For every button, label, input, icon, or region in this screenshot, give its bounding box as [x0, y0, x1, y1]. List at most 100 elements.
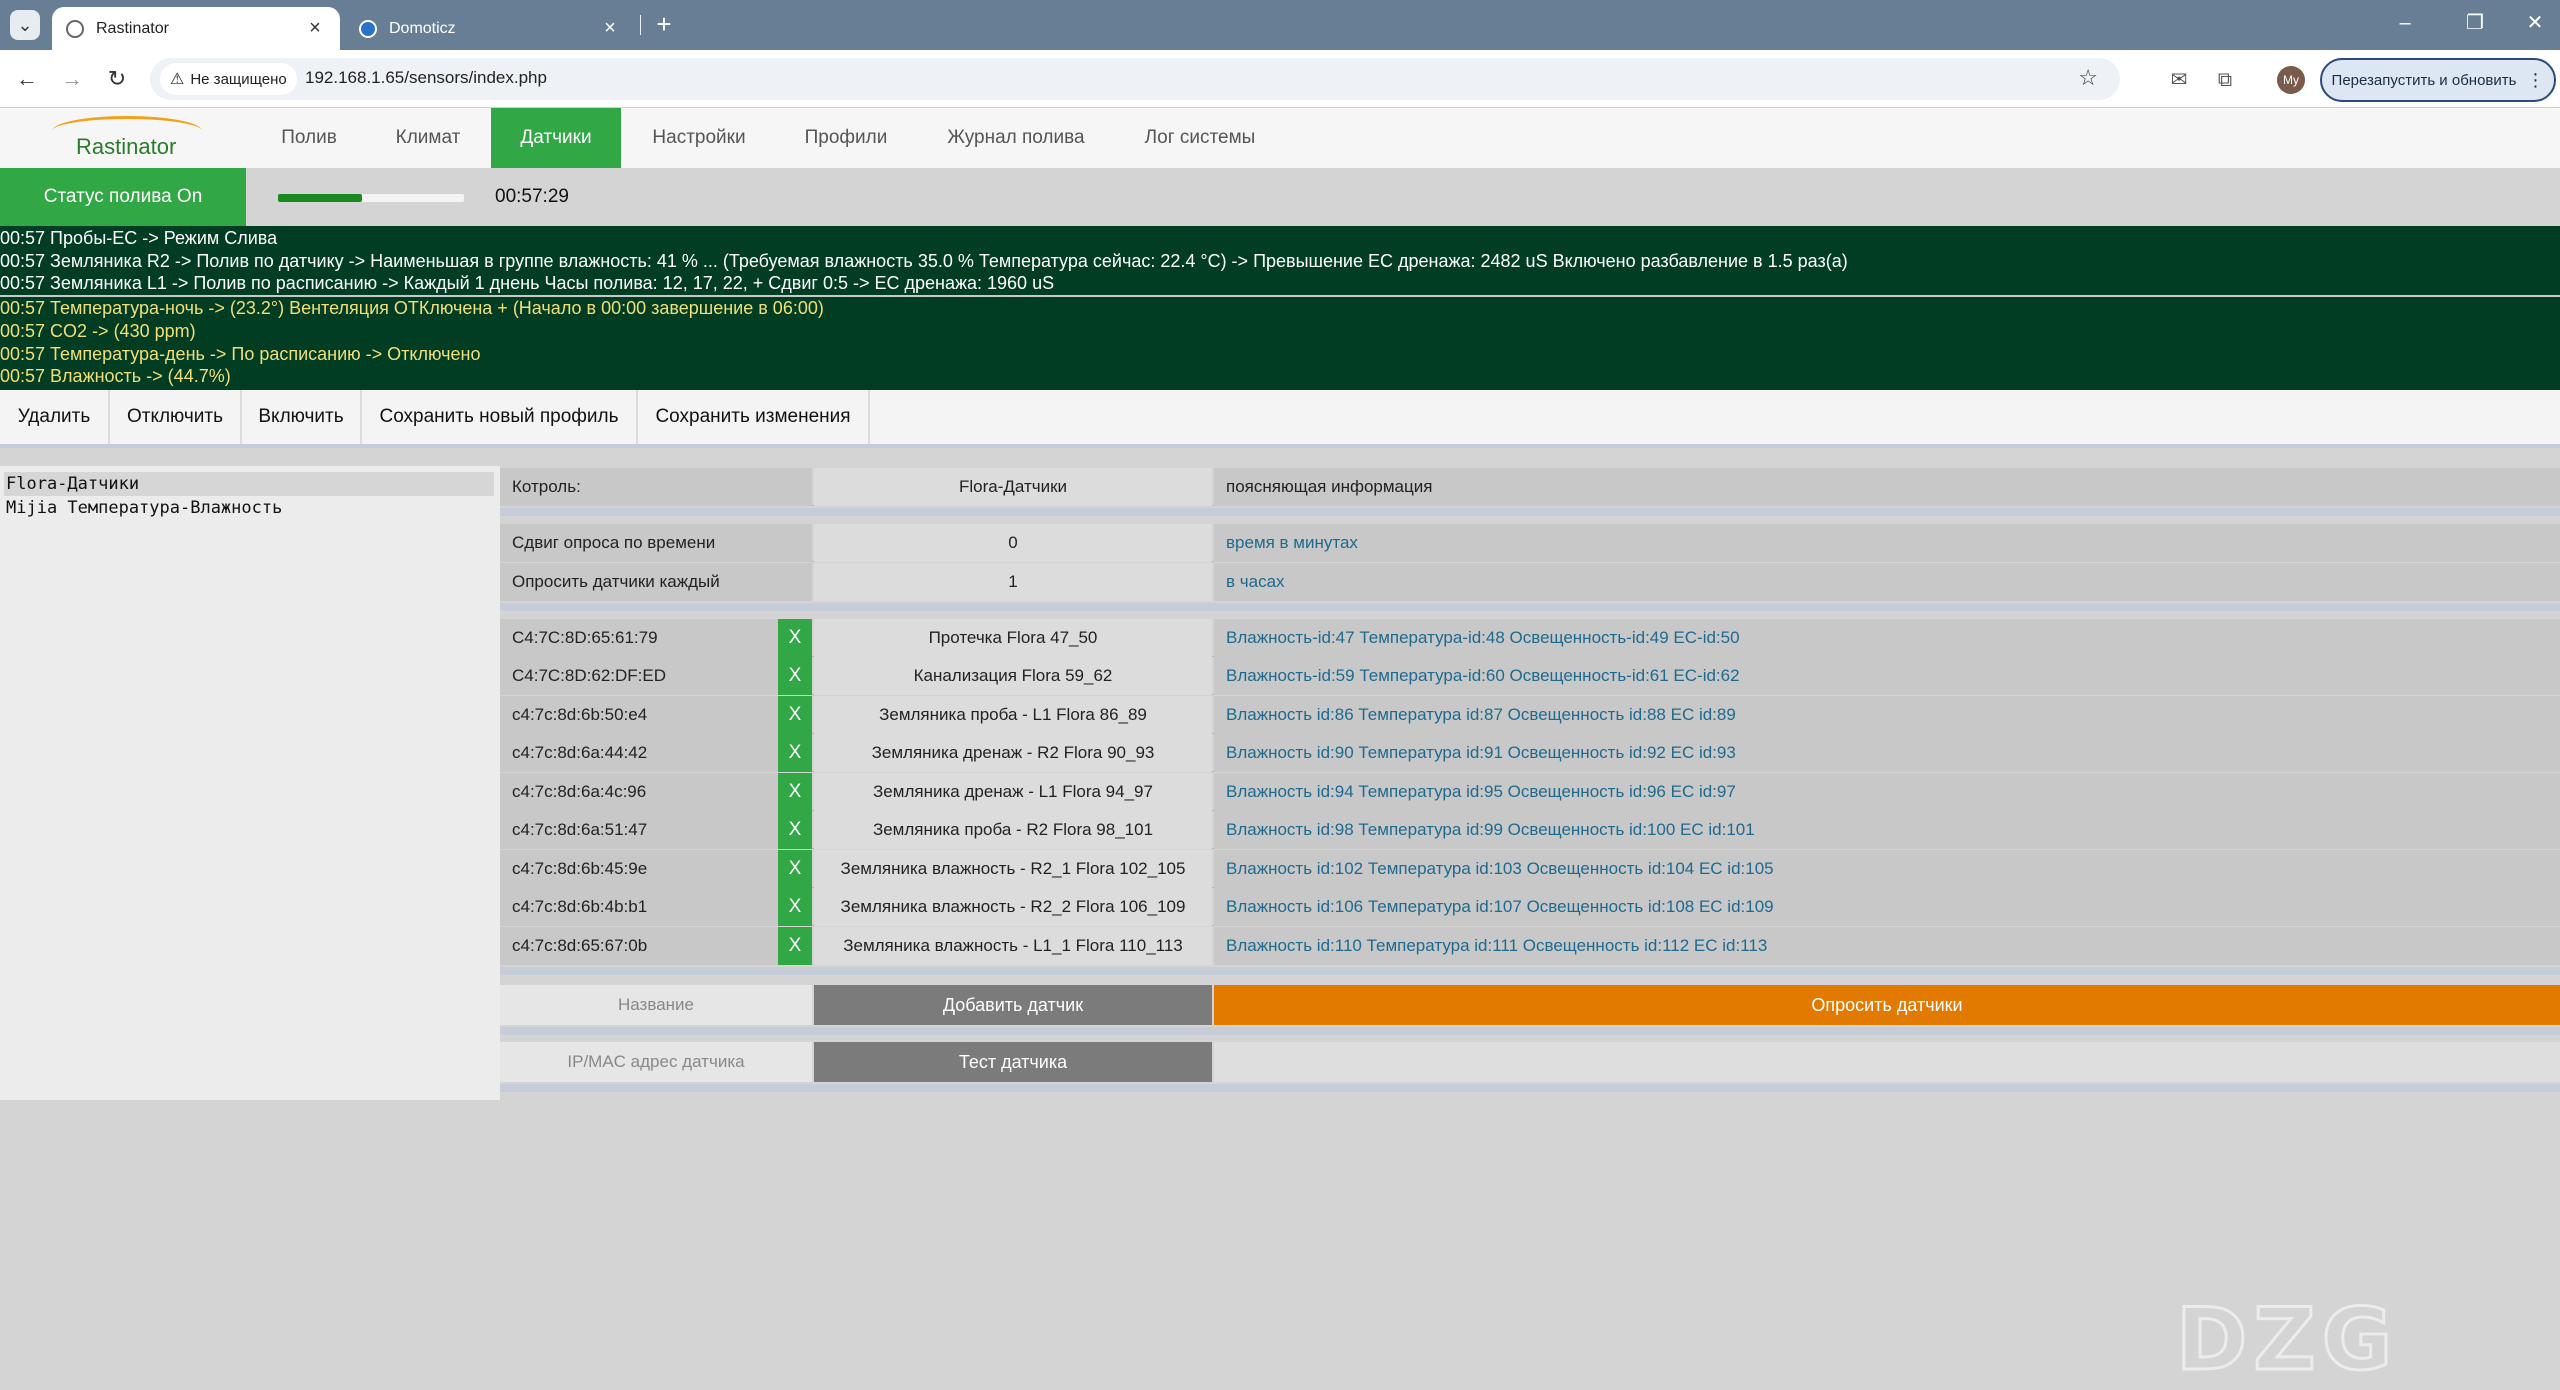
remove-sensor-button[interactable]: X: [778, 850, 812, 888]
remove-sensor-button[interactable]: X: [778, 927, 812, 965]
sensor-ids[interactable]: Влажность id:106 Температура id:107 Осве…: [1214, 888, 2560, 926]
sensor-ids[interactable]: Влажность id:86 Температура id:87 Освеще…: [1214, 696, 2560, 734]
more-menu-icon[interactable]: ⋮: [2526, 70, 2544, 91]
nav-sensors[interactable]: Датчики: [491, 108, 621, 168]
sensor-mac[interactable]: c4:7c:8d:6a:51:47: [500, 811, 778, 849]
url-text[interactable]: 192.168.1.65/sensors/index.php: [305, 68, 547, 88]
remove-sensor-button[interactable]: X: [778, 619, 812, 657]
delete-button[interactable]: Удалить: [0, 390, 110, 444]
control-label: Котроль:: [500, 468, 812, 506]
nav-irrigation-journal[interactable]: Журнал полива: [936, 108, 1096, 168]
sensor-name[interactable]: Земляника проба - L1 Flora 86_89: [814, 696, 1212, 734]
close-icon[interactable]: ×: [304, 17, 326, 40]
sensor-name[interactable]: Протечка Flora 47_50: [814, 619, 1212, 657]
bookmark-star-icon[interactable]: ☆: [2078, 65, 2098, 91]
save-new-profile-button[interactable]: Сохранить новый профиль: [362, 390, 638, 444]
save-changes-button[interactable]: Сохранить изменения: [638, 390, 870, 444]
sensor-mac[interactable]: c4:7c:8d:6b:45:9e: [500, 850, 778, 888]
sensor-ids[interactable]: Влажность id:90 Температура id:91 Освеще…: [1214, 734, 2560, 772]
sensor-row: C4:7C:8D:62:DF:ED X Канализация Flora 59…: [500, 657, 2560, 695]
divider: [500, 508, 2560, 516]
sensor-name[interactable]: Земляника проба - R2 Flora 98_101: [814, 811, 1212, 849]
forward-button[interactable]: →: [57, 64, 87, 94]
irrigation-progress-bar: [278, 194, 464, 202]
sensor-address-input[interactable]: IP/MAC адрес датчика: [500, 1042, 812, 1082]
remove-sensor-button[interactable]: X: [778, 888, 812, 926]
nav-system-log[interactable]: Лог системы: [1134, 108, 1266, 168]
remove-sensor-button[interactable]: X: [778, 734, 812, 772]
settings-header-row: Котроль: Flora-Датчики поясняющая информ…: [500, 468, 2560, 506]
test-sensor-button[interactable]: Тест датчика: [814, 1042, 1212, 1082]
profile-item[interactable]: Mijia Температура-Влажность: [4, 496, 282, 520]
profile-item[interactable]: Flora-Датчики: [4, 472, 494, 496]
security-chip[interactable]: ⚠ Не защищено: [160, 63, 297, 95]
profile-action-bar: Удалить Отключить Включить Сохранить нов…: [0, 390, 2560, 448]
address-bar[interactable]: ⚠ Не защищено 192.168.1.65/sensors/index…: [150, 58, 2120, 100]
setting-info: время в минутах: [1214, 524, 2560, 562]
irrigation-status-badge: Статус полива On: [0, 168, 246, 226]
minimize-button[interactable]: –: [2380, 8, 2430, 38]
disable-button[interactable]: Отключить: [110, 390, 242, 444]
sensor-mac[interactable]: c4:7c:8d:6b:4b:b1: [500, 888, 778, 926]
nav-profiles[interactable]: Профили: [790, 108, 902, 168]
app-header: Rastinator Полив Климат Датчики Настройк…: [0, 108, 2560, 168]
remove-sensor-button[interactable]: X: [778, 773, 812, 811]
browser-tab-domoticz[interactable]: Domoticz ×: [345, 7, 635, 50]
sensor-mac[interactable]: c4:7c:8d:6b:50:e4: [500, 696, 778, 734]
sensor-ids[interactable]: Влажность id:102 Температура id:103 Осве…: [1214, 850, 2560, 888]
rastinator-logo[interactable]: Rastinator: [52, 114, 202, 164]
divider: [500, 1027, 2560, 1035]
poll-sensors-button[interactable]: Опросить датчики: [1214, 985, 2560, 1025]
system-log-panel: 00:57 Пробы-EC -> Режим Слива 00:57 Земл…: [0, 226, 2560, 390]
restore-button[interactable]: ❐: [2450, 8, 2500, 38]
close-icon[interactable]: ×: [599, 17, 621, 40]
tab-search-button[interactable]: ⌄: [10, 10, 40, 40]
window-close-button[interactable]: ✕: [2510, 8, 2560, 38]
sensor-mac[interactable]: C4:7C:8D:62:DF:ED: [500, 657, 778, 695]
sensor-name-input[interactable]: Название: [500, 985, 812, 1025]
nav-irrigation[interactable]: Полив: [262, 108, 356, 168]
tab-separator: [640, 15, 641, 35]
explanation-header: поясняющая информация: [1214, 468, 2560, 506]
sensor-row: c4:7c:8d:6b:4b:b1 X Земляника влажность …: [500, 888, 2560, 926]
nav-climate[interactable]: Климат: [380, 108, 476, 168]
new-tab-button[interactable]: +: [650, 10, 678, 38]
sensor-mac[interactable]: c4:7c:8d:6a:44:42: [500, 734, 778, 772]
sensor-name[interactable]: Земляника дренаж - L1 Flora 94_97: [814, 773, 1212, 811]
setting-label: Сдвиг опроса по времени: [500, 524, 812, 562]
back-button[interactable]: ←: [12, 64, 42, 94]
sensor-name[interactable]: Земляника влажность - R2_1 Flora 102_105: [814, 850, 1212, 888]
sensor-ids[interactable]: Влажность id:98 Температура id:99 Освеще…: [1214, 811, 2560, 849]
sensor-name[interactable]: Канализация Flora 59_62: [814, 657, 1212, 695]
sensor-ids[interactable]: Влажность-id:47 Температура-id:48 Освеще…: [1214, 619, 2560, 657]
sensor-row: C4:7C:8D:65:61:79 X Протечка Flora 47_50…: [500, 619, 2560, 657]
browser-tab-rastinator[interactable]: Rastinator ×: [52, 7, 340, 50]
sensor-row: c4:7c:8d:65:67:0b X Земляника влажность …: [500, 927, 2560, 965]
setting-value-input[interactable]: 0: [814, 524, 1212, 562]
test-sensor-row: IP/MAC адрес датчика Тест датчика: [500, 1042, 2560, 1082]
sensor-mac[interactable]: C4:7C:8D:65:61:79: [500, 619, 778, 657]
sensor-ids[interactable]: Влажность-id:59 Температура-id:60 Освеще…: [1214, 657, 2560, 695]
extension-mail-icon[interactable]: ✉: [2166, 67, 2192, 93]
setting-value-input[interactable]: 1: [814, 563, 1212, 601]
sensor-ids[interactable]: Влажность id:110 Температура id:111 Осве…: [1214, 927, 2560, 965]
add-sensor-button[interactable]: Добавить датчик: [814, 985, 1212, 1025]
sensor-name[interactable]: Земляника влажность - R2_2 Flora 106_109: [814, 888, 1212, 926]
profile-avatar[interactable]: My: [2277, 66, 2305, 94]
nav-settings[interactable]: Настройки: [636, 108, 762, 168]
log-line: 00:57 Пробы-EC -> Режим Слива: [0, 228, 278, 248]
setting-row-time-shift: Сдвиг опроса по времени 0 время в минута…: [500, 524, 2560, 562]
enable-button[interactable]: Включить: [242, 390, 362, 444]
sensor-name[interactable]: Земляника дренаж - R2 Flora 90_93: [814, 734, 1212, 772]
remove-sensor-button[interactable]: X: [778, 696, 812, 734]
progress-fill: [278, 194, 362, 202]
remove-sensor-button[interactable]: X: [778, 657, 812, 695]
sensor-mac[interactable]: c4:7c:8d:6a:4c:96: [500, 773, 778, 811]
extensions-puzzle-icon[interactable]: ⧉: [2212, 67, 2238, 93]
restart-update-button[interactable]: Перезапустить и обновить ⋮: [2320, 58, 2556, 102]
sensor-name[interactable]: Земляника влажность - L1_1 Flora 110_113: [814, 927, 1212, 965]
reload-button[interactable]: ↻: [102, 64, 132, 94]
sensor-ids[interactable]: Влажность id:94 Температура id:95 Освеще…: [1214, 773, 2560, 811]
remove-sensor-button[interactable]: X: [778, 811, 812, 849]
sensor-mac[interactable]: c4:7c:8d:65:67:0b: [500, 927, 778, 965]
